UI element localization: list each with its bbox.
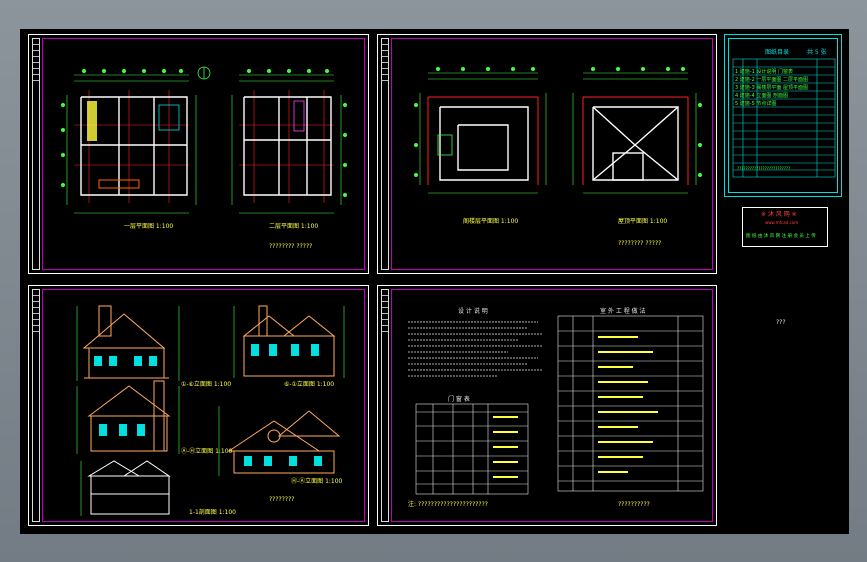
plan-drawings-1 [61, 66, 347, 214]
cad-model-space[interactable]: 一层平面图 1:100 二层平面图 1:100 ???????? ????? 阁… [20, 29, 849, 534]
stamp-title: ※ 沐 风 网 ※ [761, 211, 797, 218]
app-window: 一层平面图 1:100 二层平面图 1:100 ???????? ????? 阁… [0, 0, 867, 562]
sheet-floor-plans-1[interactable]: 一层平面图 1:100 二层平面图 1:100 ???????? ????? [28, 34, 369, 274]
plan-drawings-2 [414, 67, 702, 194]
index-row-5: 5 建施-5 节点详图 [735, 101, 777, 107]
loose-label: ??? [776, 319, 786, 326]
stamp-panel[interactable]: ※ 沐 风 网 ※ www.mfcad.com 图 纸 由 沐 风 网 注 册 … [742, 207, 828, 247]
elevation-drawings [76, 305, 345, 516]
sheet-note: ???????? [269, 496, 295, 503]
index-row-1: 1 建施-1 设计说明 门窗表 [735, 69, 793, 75]
elevation-title-a: ①-⑥立面图 1:100 [181, 381, 232, 388]
plan-title-3: 阁楼层平面图 1:100 [463, 218, 519, 225]
elevation-title-d: Ⓗ-Ⓐ立面图 1:100 [291, 478, 343, 485]
door-window-table-title: 门 窗 表 [448, 396, 470, 403]
sheet-elevations[interactable]: ①-⑥立面图 1:100 ⑥-①立面图 1:100 Ⓐ-Ⓗ立面图 1:100 Ⓗ… [28, 285, 369, 526]
sheet-floor-plans-2[interactable]: 阁楼层平面图 1:100 屋顶平面图 1:100 ???????? ????? [377, 34, 717, 274]
drawing-index-panel[interactable]: 图纸目录 共 5 张 1 建施-1 设计说明 门窗表 2 建施-2 一层平面图 … [724, 34, 842, 197]
index-row-2: 2 建施-2 一层平面图 二层平面图 [735, 77, 808, 83]
plan-title-4: 屋顶平面图 1:100 [618, 218, 668, 225]
notes-sign: ?????????? [618, 501, 650, 508]
notes-body [408, 315, 704, 495]
stamp-subtitle: www.mfcad.com [765, 220, 799, 225]
notes-footer: 注: ?????????????????????? [408, 501, 488, 508]
stamp-text: 图 纸 由 沐 风 网 注 册 会 员 上 传 [746, 234, 816, 239]
index-table [732, 58, 836, 178]
elevation-title-c: Ⓐ-Ⓗ立面图 1:100 [181, 448, 233, 455]
sheet-note: ???????? ????? [618, 240, 662, 247]
section-title: 1-1剖面图 1:100 [189, 509, 236, 516]
elevation-title-b: ⑥-①立面图 1:100 [284, 381, 335, 388]
index-row-4: 4 建施-4 立面图 剖面图 [735, 93, 788, 99]
index-footer: ????????????????????????? [737, 166, 791, 171]
index-row-3: 3 建施-3 阁楼层平面 屋顶平面图 [735, 85, 808, 91]
sheet-note: ???????? ????? [269, 243, 313, 250]
plan-title-2: 二层平面图 1:100 [269, 223, 319, 230]
sheet-notes[interactable]: 设 计 说 明 室 外 工 程 做 法 门 窗 表 注: ???????????… [377, 285, 717, 526]
plan-title-1: 一层平面图 1:100 [124, 223, 174, 230]
